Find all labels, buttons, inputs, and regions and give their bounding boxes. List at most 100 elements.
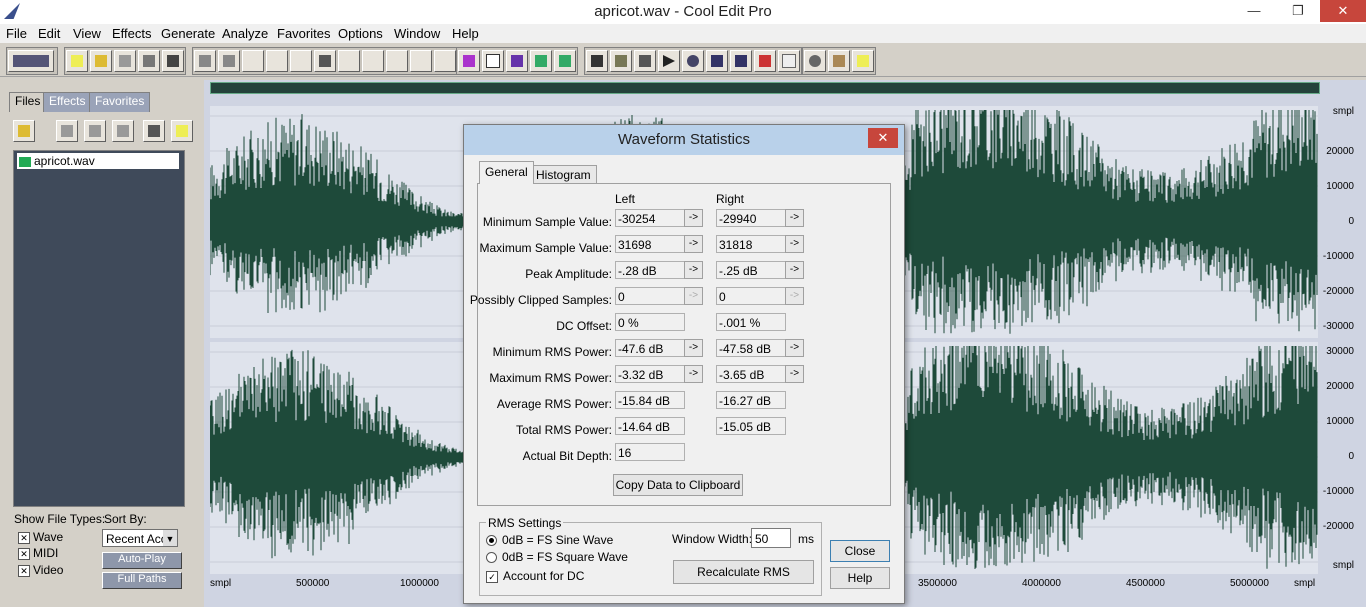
min-sample-right-goto-button[interactable]: ->: [785, 209, 804, 227]
sine-wave-option[interactable]: 0dB = FS Sine Wave: [486, 533, 613, 547]
spectral-view-icon[interactable]: [610, 50, 632, 72]
peak-right-goto-button[interactable]: ->: [785, 261, 804, 279]
menu-file[interactable]: File: [6, 26, 27, 41]
envelope-icon[interactable]: [458, 50, 480, 72]
zoom-icon[interactable]: [682, 50, 704, 72]
open-file-icon[interactable]: [90, 50, 112, 72]
maximize-button[interactable]: ❐: [1276, 0, 1320, 22]
bbb-icon[interactable]: [730, 50, 752, 72]
list-item[interactable]: apricot.wav: [17, 153, 179, 169]
paste-new-icon[interactable]: [362, 50, 384, 72]
open-folder-icon[interactable]: [13, 120, 35, 142]
filter-midi[interactable]: ✕ MIDI: [18, 546, 58, 560]
min-rms-right-goto-button[interactable]: ->: [785, 339, 804, 357]
menu-favorites[interactable]: Favorites: [277, 26, 330, 41]
sine-radio[interactable]: [486, 535, 497, 547]
midi-checkbox[interactable]: ✕: [18, 547, 30, 560]
play-icon[interactable]: [658, 50, 680, 72]
organizer-help-icon[interactable]: [171, 120, 193, 142]
menu-edit[interactable]: Edit: [38, 26, 60, 41]
save-all-icon[interactable]: [162, 50, 184, 72]
spectral-icon[interactable]: [506, 50, 528, 72]
grid-icon[interactable]: [530, 50, 552, 72]
multitrack-toggle[interactable]: [6, 47, 58, 75]
filter-wave[interactable]: ✕ Wave: [18, 530, 63, 544]
time-label: 4000000: [1022, 578, 1061, 589]
grid-alt-icon[interactable]: [554, 50, 576, 72]
chevron-down-icon[interactable]: ▼: [163, 530, 177, 546]
recalculate-rms-button[interactable]: Recalculate RMS: [673, 560, 814, 584]
copy-new-icon[interactable]: [290, 50, 312, 72]
tab-effects[interactable]: Effects: [43, 92, 92, 112]
blank-icon[interactable]: [778, 50, 800, 72]
account-dc-option[interactable]: ✓ Account for DC: [486, 569, 584, 583]
peak-left-goto-button[interactable]: ->: [684, 261, 703, 279]
trim-icon[interactable]: [410, 50, 432, 72]
min-sample-label: Minimum Sample Value:: [482, 215, 612, 229]
save-as-icon[interactable]: [138, 50, 160, 72]
edit-file-icon[interactable]: [112, 120, 134, 142]
min-sample-left-goto-button[interactable]: ->: [684, 209, 703, 227]
levels-icon[interactable]: [754, 50, 776, 72]
full-paths-button[interactable]: Full Paths: [102, 572, 182, 589]
min-rms-left-goto-button[interactable]: ->: [684, 339, 703, 357]
menu-effects[interactable]: Effects: [112, 26, 152, 41]
max-rms-left-goto-button[interactable]: ->: [684, 365, 703, 383]
edit-tool-icon[interactable]: [242, 50, 264, 72]
checkbox-tool-icon[interactable]: [482, 50, 504, 72]
copy-to-clipboard-button[interactable]: Copy Data to Clipboard: [613, 474, 743, 496]
tab-files[interactable]: Files: [9, 92, 47, 112]
tab-general[interactable]: General: [479, 161, 534, 184]
window-width-input[interactable]: 50: [751, 528, 791, 548]
help-icon[interactable]: [852, 50, 874, 72]
wave-checkbox[interactable]: ✕: [18, 531, 30, 544]
tab-favorites[interactable]: Favorites: [89, 92, 151, 112]
menu-options[interactable]: Options: [338, 26, 383, 41]
zoom-selection-icon[interactable]: [434, 50, 456, 72]
close-window-button[interactable]: ✕: [1320, 0, 1366, 22]
menu-window[interactable]: Window: [394, 26, 440, 41]
filter-video[interactable]: ✕ Video: [18, 563, 63, 577]
menu-help[interactable]: Help: [452, 26, 479, 41]
auto-play-button[interactable]: Auto-Play: [102, 552, 182, 569]
menu-analyze[interactable]: Analyze: [222, 26, 268, 41]
menu-generate[interactable]: Generate: [161, 26, 215, 41]
redo-icon[interactable]: [218, 50, 240, 72]
display-icon[interactable]: [634, 50, 656, 72]
account-dc-checkbox[interactable]: ✓: [486, 570, 498, 583]
max-rms-right-goto-button[interactable]: ->: [785, 365, 804, 383]
dialog-close-icon[interactable]: ✕: [868, 128, 898, 148]
close-file-icon[interactable]: [56, 120, 78, 142]
help-button[interactable]: Help: [830, 567, 890, 589]
wave-label: Wave: [33, 530, 64, 544]
scripts-icon[interactable]: [828, 50, 850, 72]
settings-gear-icon[interactable]: [804, 50, 826, 72]
cut-icon[interactable]: [314, 50, 336, 72]
overview-bar[interactable]: [210, 82, 1320, 94]
copy-icon[interactable]: [266, 50, 288, 72]
waveform-view-icon[interactable]: [586, 50, 608, 72]
close-button[interactable]: Close: [830, 540, 890, 562]
general-panel: Left Right Minimum Sample Value: -30254 …: [470, 183, 891, 506]
max-sample-right-goto-button[interactable]: ->: [785, 235, 804, 253]
new-file-icon[interactable]: [66, 50, 88, 72]
undo-icon[interactable]: [194, 50, 216, 72]
options-gear-icon[interactable]: [143, 120, 165, 142]
minimize-button[interactable]: —: [1232, 0, 1276, 22]
max-sample-left-goto-button[interactable]: ->: [684, 235, 703, 253]
mix-paste-icon[interactable]: [386, 50, 408, 72]
tab-histogram[interactable]: Histogram: [530, 165, 597, 184]
dc-offset-right: -.001 %: [716, 313, 786, 331]
sort-by-label: Sort By:: [104, 512, 147, 526]
save-icon[interactable]: [114, 50, 136, 72]
sort-by-select[interactable]: Recent Acc ▼: [102, 529, 178, 547]
toolbar-file-group: [64, 47, 186, 75]
menu-view[interactable]: View: [73, 26, 101, 41]
insert-icon[interactable]: [84, 120, 106, 142]
square-radio[interactable]: [486, 552, 497, 564]
video-checkbox[interactable]: ✕: [18, 564, 30, 577]
paste-icon[interactable]: [338, 50, 360, 72]
square-wave-option[interactable]: 0dB = FS Square Wave: [486, 550, 628, 564]
time-icon[interactable]: [706, 50, 728, 72]
multitrack-icon[interactable]: [8, 50, 54, 72]
